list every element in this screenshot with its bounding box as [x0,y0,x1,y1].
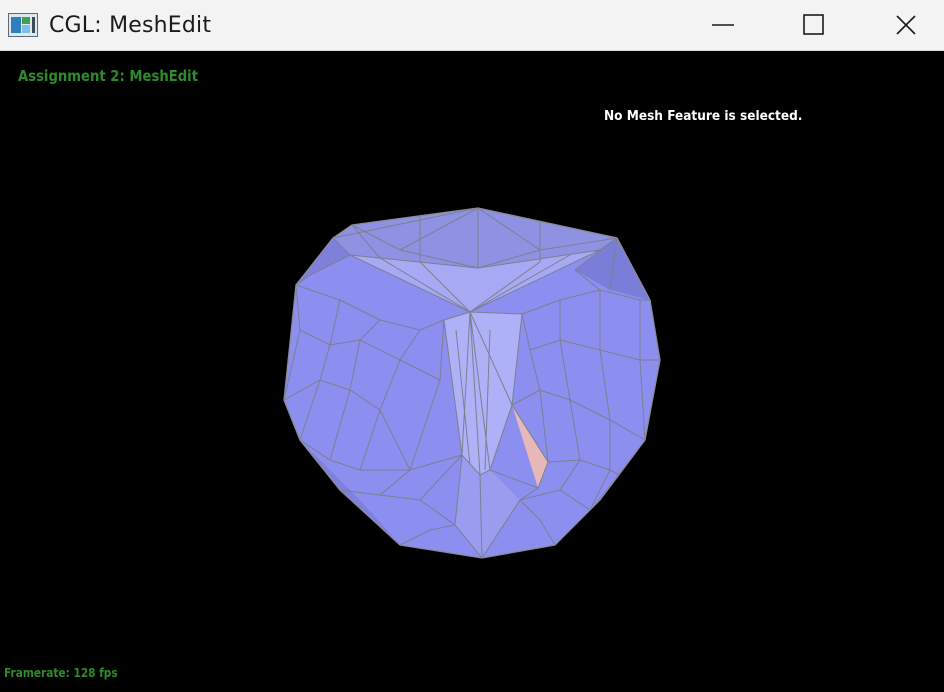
close-icon [896,15,916,35]
window-title: CGL: MeshEdit [49,12,212,38]
maximize-icon [803,14,824,35]
maximize-button[interactable] [768,0,860,50]
title-bar[interactable]: CGL: MeshEdit [0,0,944,51]
minimize-button[interactable] [677,0,769,50]
framerate-readout: Framerate: 128 fps [4,666,118,680]
minimize-icon [712,24,734,26]
assignment-label: Assignment 2: MeshEdit [18,67,199,85]
close-button[interactable] [860,0,944,50]
mesh-render[interactable] [0,51,944,692]
render-viewport[interactable]: Assignment 2: MeshEdit No Mesh Feature i… [0,51,944,692]
app-icon [8,13,38,37]
selection-status: No Mesh Feature is selected. [604,108,803,124]
app-window: CGL: MeshEdit Assignment 2: MeshEdit No … [0,0,944,692]
